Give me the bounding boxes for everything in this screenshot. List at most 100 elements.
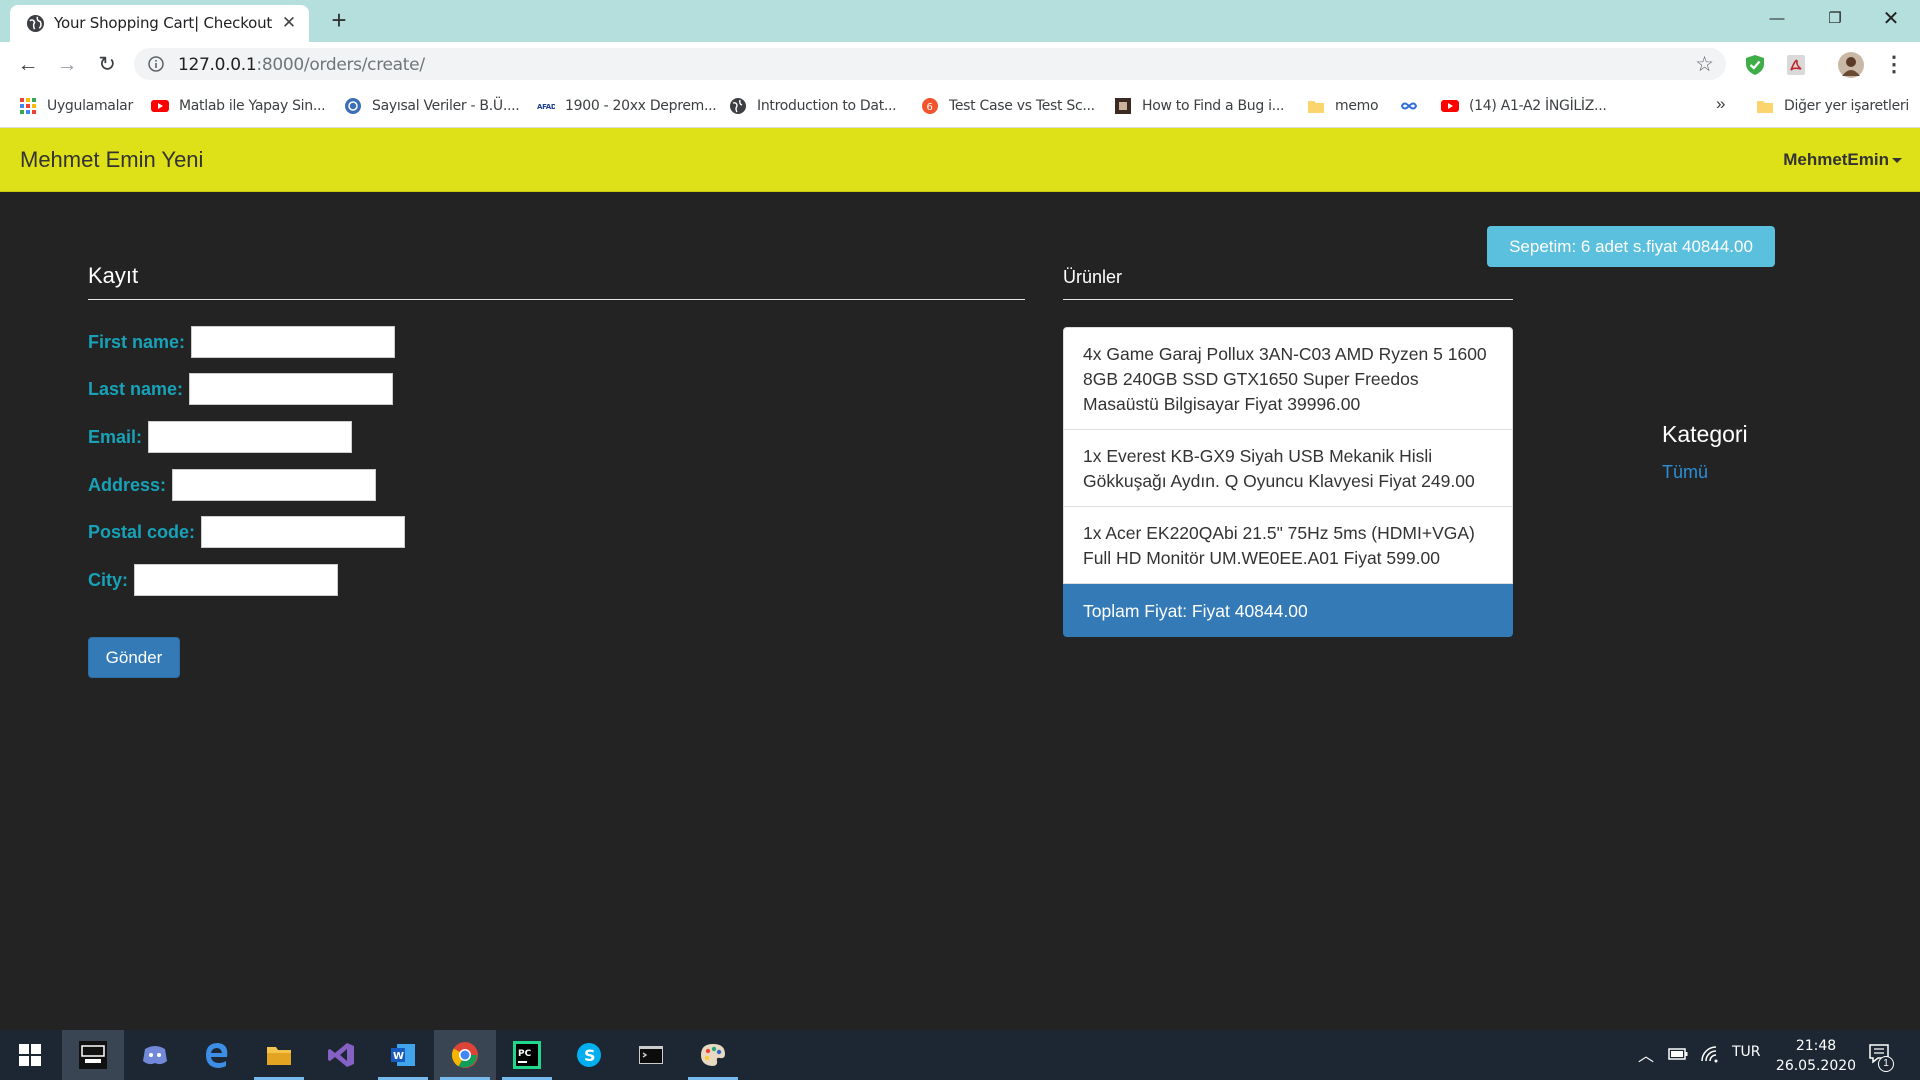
bookmark-label: Test Case vs Test Sc... xyxy=(949,98,1095,114)
city-row: City: xyxy=(88,564,338,596)
taskbar-terminal[interactable] xyxy=(620,1030,682,1080)
products-title: Ürünler xyxy=(1063,267,1123,287)
url-text: 127.0.0.1:8000/orders/create/ xyxy=(178,55,425,75)
city-label: City: xyxy=(88,569,128,590)
avatar[interactable] xyxy=(1838,52,1864,78)
divider xyxy=(88,299,1025,300)
bookmark-ingilizce[interactable]: (14) A1-A2 İNGİLİZ... xyxy=(1441,95,1607,117)
postal-code-row: Postal code: xyxy=(88,516,406,548)
address-field[interactable] xyxy=(172,469,377,501)
bookmark-sayisal[interactable]: Sayısal Veriler - B.Ü.... xyxy=(344,95,520,117)
globe-icon xyxy=(26,14,45,33)
browser-menu-icon[interactable]: ⋮ xyxy=(1880,51,1908,79)
bookmark-label: Introduction to Dat... xyxy=(757,98,897,114)
bookmark-deprem[interactable]: AFAD 1900 - 20xx Deprem... xyxy=(537,95,717,117)
new-tab-button[interactable]: + xyxy=(326,7,352,34)
discord-icon xyxy=(143,1046,167,1065)
divider xyxy=(1063,299,1513,300)
site-navbar: Mehmet Emin Yeni MehmetEmin xyxy=(0,128,1920,192)
bookmark-introduction[interactable]: Introduction to Dat... xyxy=(729,95,897,117)
brand-link[interactable]: Mehmet Emin Yeni xyxy=(20,147,203,173)
bookmark-label: Uygulamalar xyxy=(47,98,133,114)
list-item: 1x Acer EK220QAbi 21.5" 75Hz 5ms (HDMI+V… xyxy=(1063,507,1513,584)
category-all-link[interactable]: Tümü xyxy=(1662,462,1708,483)
taskbar-paint[interactable] xyxy=(682,1030,744,1080)
taskbar-edge[interactable] xyxy=(186,1030,248,1080)
first-name-field[interactable] xyxy=(191,326,396,358)
svg-text:6: 6 xyxy=(927,102,933,113)
bookmark-apps[interactable]: Uygulamalar xyxy=(19,95,133,117)
language-indicator[interactable]: TUR xyxy=(1732,1044,1761,1060)
email-row: Email: xyxy=(88,421,353,453)
bookmark-label: Diğer yer işaretleri xyxy=(1784,98,1909,114)
taskbar-skype[interactable]: S xyxy=(558,1030,620,1080)
restore-button[interactable]: ❐ xyxy=(1806,0,1864,38)
tab-title: Your Shopping Cart| Checkout xyxy=(54,14,273,32)
windows-logo-icon xyxy=(19,1044,41,1066)
bookmark-infinity[interactable] xyxy=(1400,95,1428,117)
minimize-button[interactable]: — xyxy=(1748,0,1806,38)
product-list: 4x Game Garaj Pollux 3AN-C03 AMD Ryzen 5… xyxy=(1063,327,1513,637)
bookmark-memo[interactable]: memo xyxy=(1307,95,1379,117)
back-button[interactable]: ← xyxy=(14,51,42,79)
battery-icon[interactable] xyxy=(1668,1047,1688,1061)
taskbar-discord[interactable] xyxy=(124,1030,186,1080)
bookmark-other[interactable]: Diğer yer işaretleri xyxy=(1756,95,1909,117)
bookmark-matlab[interactable]: Matlab ile Yapay Sin... xyxy=(151,95,326,117)
tab-close-icon[interactable]: ✕ xyxy=(279,13,299,33)
email-field[interactable] xyxy=(148,421,353,453)
browser-tab[interactable]: Your Shopping Cart| Checkout ✕ xyxy=(10,5,309,42)
pubg-lite-icon xyxy=(79,1041,107,1069)
browser-toolbar: ← → ↻ 127.0.0.1:8000/orders/create/ ☆ ⋮ xyxy=(0,42,1920,86)
forward-button[interactable]: → xyxy=(53,51,81,79)
orange-site-icon: 6 xyxy=(922,98,938,114)
infinity-icon xyxy=(1400,102,1418,110)
bookmark-testcase[interactable]: 6 Test Case vs Test Sc... xyxy=(921,95,1095,117)
cube-icon xyxy=(1115,98,1131,114)
total-price: Toplam Fiyat: Fiyat 40844.00 xyxy=(1063,584,1513,637)
city-field[interactable] xyxy=(134,564,338,596)
folder-icon xyxy=(1308,101,1324,113)
chrome-icon xyxy=(451,1042,478,1068)
taskbar-visual-studio[interactable] xyxy=(310,1030,372,1080)
pycharm-icon: PC xyxy=(513,1041,541,1069)
list-item: 1x Everest KB-GX9 Siyah USB Mekanik Hisl… xyxy=(1063,430,1513,507)
postal-code-field[interactable] xyxy=(201,516,406,548)
bookmark-label: (14) A1-A2 İNGİLİZ... xyxy=(1469,98,1607,114)
taskbar-file-explorer[interactable] xyxy=(248,1030,310,1080)
taskbar-chrome[interactable] xyxy=(434,1030,496,1080)
skype-icon: S xyxy=(577,1043,601,1067)
last-name-field[interactable] xyxy=(189,373,394,405)
folder-icon xyxy=(1757,101,1773,113)
more-bookmarks-button[interactable]: » xyxy=(1716,94,1725,114)
cart-summary-button[interactable]: Sepetim: 6 adet s.fiyat 40844.00 xyxy=(1487,226,1775,267)
info-icon[interactable] xyxy=(148,56,164,72)
start-button[interactable] xyxy=(0,1030,62,1080)
address-row: Address: xyxy=(88,469,377,501)
bookmark-label: memo xyxy=(1335,98,1379,114)
bookmark-star-icon[interactable]: ☆ xyxy=(1695,52,1714,77)
paint-icon xyxy=(701,1044,725,1066)
bookmark-label: Matlab ile Yapay Sin... xyxy=(179,98,326,114)
wifi-icon[interactable] xyxy=(1700,1045,1720,1063)
globe-icon xyxy=(345,98,361,114)
close-window-button[interactable]: ✕ xyxy=(1862,0,1920,38)
shield-extension-icon[interactable] xyxy=(1743,53,1767,77)
clock-time: 21:48 xyxy=(1795,1038,1837,1054)
tray-chevron-up-icon[interactable]: ︿ xyxy=(1638,1042,1654,1066)
submit-button[interactable]: Gönder xyxy=(88,637,180,678)
last-name-row: Last name: xyxy=(88,373,394,405)
reload-button[interactable]: ↻ xyxy=(93,51,121,79)
last-name-label: Last name: xyxy=(88,378,184,399)
bookmark-findbug[interactable]: How to Find a Bug i... xyxy=(1114,95,1284,117)
taskbar-word[interactable]: W xyxy=(372,1030,434,1080)
svg-text:S: S xyxy=(584,1046,596,1065)
user-dropdown[interactable]: MehmetEmin xyxy=(1783,150,1902,170)
address-bar[interactable]: 127.0.0.1:8000/orders/create/ ☆ xyxy=(134,48,1726,80)
taskbar-pubg-lite[interactable] xyxy=(62,1030,124,1080)
globe-icon xyxy=(730,98,746,114)
taskbar-pycharm[interactable]: PC xyxy=(496,1030,558,1080)
clock[interactable]: 21:48 26.05.2020 xyxy=(1770,1036,1862,1076)
youtube-icon xyxy=(151,100,169,112)
pdf-extension-icon[interactable] xyxy=(1784,53,1808,77)
